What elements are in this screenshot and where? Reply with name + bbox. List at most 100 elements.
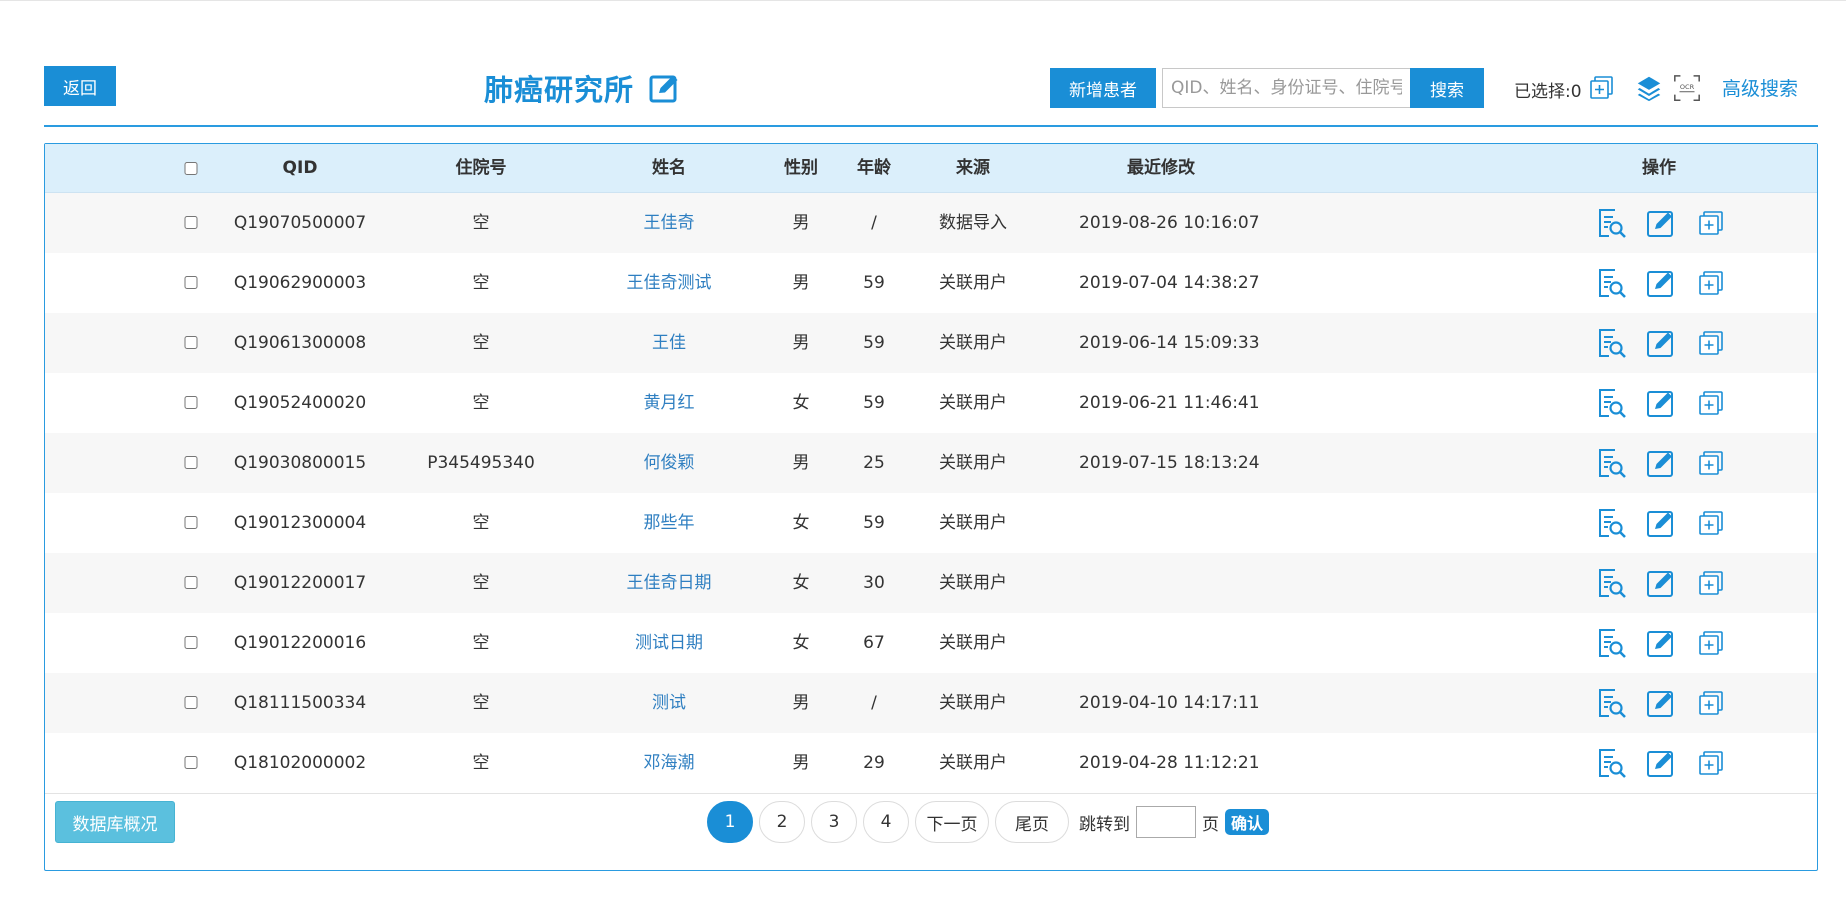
- column-header-gender: 性别: [784, 158, 818, 178]
- view-record-icon[interactable]: [1595, 687, 1627, 719]
- row-gender: 男: [792, 333, 810, 353]
- column-header-admission: 住院号: [455, 158, 507, 178]
- edit-icon[interactable]: [1645, 747, 1677, 779]
- edit-icon[interactable]: [1645, 447, 1677, 479]
- row-age: 59: [863, 393, 885, 413]
- add-copy-icon[interactable]: [1695, 447, 1727, 479]
- row-checkbox[interactable]: [184, 456, 198, 469]
- row-checkbox[interactable]: [184, 396, 198, 409]
- layers-icon[interactable]: [1634, 72, 1664, 102]
- jump-to-label: 跳转到: [1079, 814, 1130, 835]
- table-row: Q19062900003 空 王佳奇测试 男 59 关联用户 2019-07-0…: [45, 253, 1817, 314]
- row-qid: Q19012300004: [233, 513, 367, 533]
- view-record-icon[interactable]: [1595, 507, 1627, 539]
- confirm-jump-button[interactable]: 确认: [1225, 809, 1270, 835]
- row-source: 关联用户: [939, 273, 1007, 293]
- table-header: QID 住院号 姓名 性别 年龄 来源 最近修改 操作: [45, 144, 1817, 193]
- edit-icon[interactable]: [1645, 507, 1677, 539]
- row-name-link[interactable]: 王佳: [652, 313, 686, 373]
- row-source: 关联用户: [939, 513, 1007, 533]
- row-qid: Q18102000002: [233, 753, 367, 773]
- add-copy-icon[interactable]: [1695, 387, 1727, 419]
- page-button-1[interactable]: 1: [707, 801, 753, 843]
- view-record-icon[interactable]: [1595, 387, 1627, 419]
- row-checkbox[interactable]: [184, 276, 198, 289]
- row-name-link[interactable]: 测试日期: [635, 613, 703, 673]
- edit-icon[interactable]: [1645, 267, 1677, 299]
- row-name-link[interactable]: 王佳奇日期: [627, 553, 712, 613]
- row-qid: Q19012200016: [233, 633, 367, 653]
- row-name-link[interactable]: 邓海潮: [644, 733, 695, 793]
- table-row: Q18102000002 空 邓海潮 男 29 关联用户 2019-04-28 …: [45, 733, 1817, 794]
- row-admission: 空: [472, 693, 490, 713]
- search-button[interactable]: 搜索: [1410, 68, 1484, 108]
- edit-icon[interactable]: [1645, 687, 1677, 719]
- table-row: Q19052400020 空 黄月红 女 59 关联用户 2019-06-21 …: [45, 373, 1817, 434]
- row-name-link[interactable]: 黄月红: [644, 373, 695, 433]
- edit-icon[interactable]: [1645, 327, 1677, 359]
- row-admission: 空: [472, 573, 490, 593]
- table-row: Q19061300008 空 王佳 男 59 关联用户 2019-06-14 1…: [45, 313, 1817, 374]
- view-record-icon[interactable]: [1595, 567, 1627, 599]
- view-record-icon[interactable]: [1595, 267, 1627, 299]
- table-row: Q18111500334 空 测试 男 / 关联用户 2019-04-10 14…: [45, 673, 1817, 734]
- page-button-3[interactable]: 3: [811, 801, 857, 843]
- edit-icon[interactable]: [1645, 567, 1677, 599]
- next-page-button[interactable]: 下一页: [915, 801, 989, 843]
- add-copy-icon[interactable]: [1695, 687, 1727, 719]
- row-age: 30: [863, 573, 885, 593]
- edit-title-icon[interactable]: [648, 71, 682, 105]
- ocr-scan-icon[interactable]: OCR: [1672, 72, 1702, 102]
- view-record-icon[interactable]: [1595, 747, 1627, 779]
- row-checkbox[interactable]: [184, 636, 198, 649]
- add-copy-icon[interactable]: [1695, 567, 1727, 599]
- page-button-4[interactable]: 4: [863, 801, 909, 843]
- row-name-link[interactable]: 王佳奇测试: [627, 253, 712, 313]
- add-copy-icon[interactable]: [1695, 327, 1727, 359]
- row-name-link[interactable]: 那些年: [644, 493, 695, 553]
- row-checkbox[interactable]: [184, 516, 198, 529]
- row-checkbox[interactable]: [184, 336, 198, 349]
- database-overview-button[interactable]: 数据库概况: [55, 801, 175, 843]
- search-input[interactable]: [1162, 68, 1410, 108]
- page-suffix-label: 页: [1202, 814, 1219, 835]
- row-actions: [1595, 447, 1727, 479]
- edit-icon[interactable]: [1645, 627, 1677, 659]
- add-copy-icon[interactable]: [1588, 74, 1618, 104]
- row-checkbox[interactable]: [184, 756, 198, 769]
- view-record-icon[interactable]: [1595, 207, 1627, 239]
- selected-count: 已选择:0: [1514, 81, 1582, 102]
- row-checkbox[interactable]: [184, 696, 198, 709]
- table-row: Q19012300004 空 那些年 女 59 关联用户: [45, 493, 1817, 554]
- add-patient-button[interactable]: 新增患者: [1050, 68, 1156, 108]
- row-gender: 女: [792, 393, 810, 413]
- row-age: /: [871, 213, 877, 233]
- patient-table-panel: QID 住院号 姓名 性别 年龄 来源 最近修改 操作 Q19070500007…: [44, 143, 1818, 871]
- add-copy-icon[interactable]: [1695, 207, 1727, 239]
- row-checkbox[interactable]: [184, 216, 198, 229]
- add-copy-icon[interactable]: [1695, 267, 1727, 299]
- select-all-checkbox[interactable]: [184, 162, 198, 175]
- last-page-button[interactable]: 尾页: [995, 801, 1069, 843]
- row-gender: 女: [792, 573, 810, 593]
- view-record-icon[interactable]: [1595, 447, 1627, 479]
- jump-page-input[interactable]: [1136, 806, 1196, 838]
- row-age: 29: [863, 753, 885, 773]
- row-name-link[interactable]: 测试: [652, 673, 686, 733]
- row-gender: 男: [792, 453, 810, 473]
- row-name-link[interactable]: 王佳奇: [644, 193, 695, 253]
- page-button-2[interactable]: 2: [759, 801, 805, 843]
- view-record-icon[interactable]: [1595, 327, 1627, 359]
- edit-icon[interactable]: [1645, 207, 1677, 239]
- view-record-icon[interactable]: [1595, 627, 1627, 659]
- row-checkbox[interactable]: [184, 576, 198, 589]
- add-copy-icon[interactable]: [1695, 747, 1727, 779]
- back-button[interactable]: 返回: [44, 66, 116, 106]
- row-name-link[interactable]: 何俊颖: [644, 433, 695, 493]
- column-header-age: 年龄: [857, 158, 891, 178]
- edit-icon[interactable]: [1645, 387, 1677, 419]
- row-actions: [1595, 507, 1727, 539]
- advanced-search-link[interactable]: 高级搜索: [1722, 74, 1798, 104]
- add-copy-icon[interactable]: [1695, 507, 1727, 539]
- add-copy-icon[interactable]: [1695, 627, 1727, 659]
